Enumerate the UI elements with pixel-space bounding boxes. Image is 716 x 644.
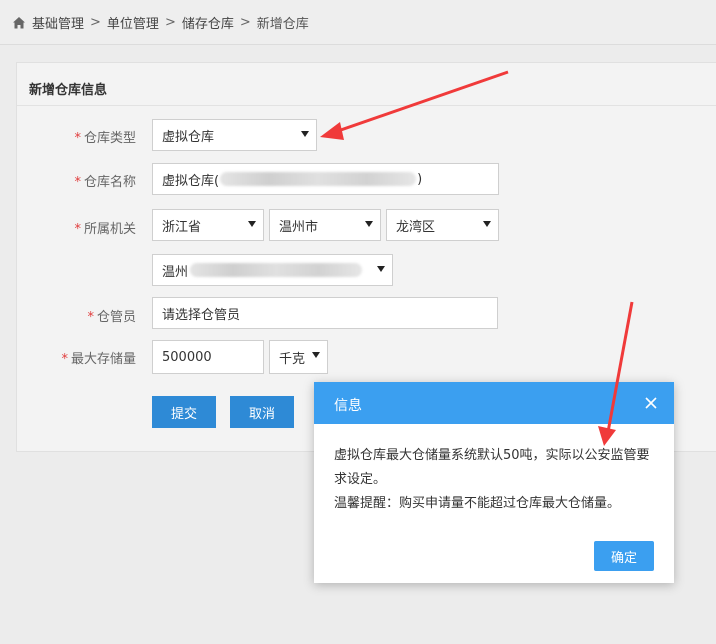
- annotation-arrows: [320, 70, 634, 446]
- arrow-annotation: [598, 301, 634, 446]
- arrow-annotation: [320, 70, 509, 140]
